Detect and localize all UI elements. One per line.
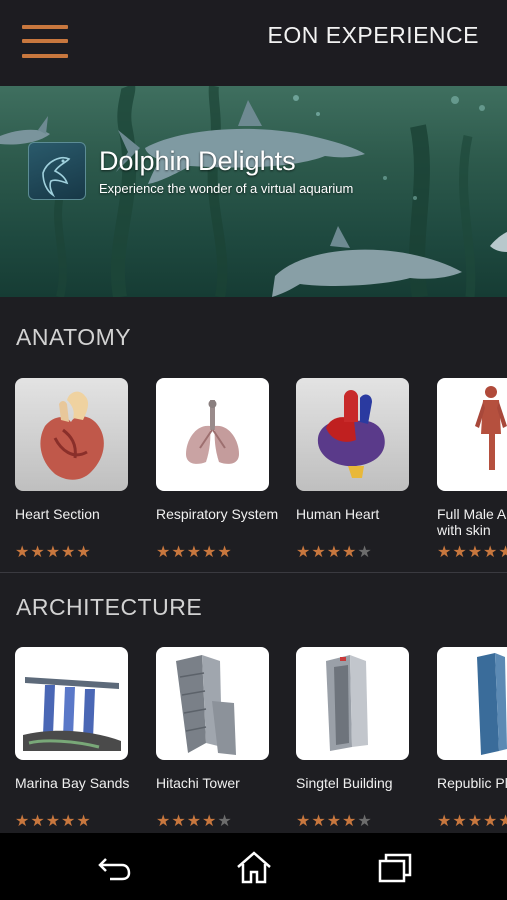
section-divider bbox=[0, 572, 507, 573]
human-heart-thumb bbox=[296, 378, 409, 491]
item-card-republic-plaza[interactable]: Republic Plaza ★★★★★ bbox=[437, 647, 507, 830]
architecture-row: Marina Bay Sands ★★★★★ Hitachi Tower ★★★… bbox=[0, 647, 507, 837]
item-label: Full Male Anatomy with skin bbox=[437, 506, 507, 538]
item-card-singtel-building[interactable]: Singtel Building ★★★★★ bbox=[296, 647, 421, 830]
app-bar: EON EXPERIENCE bbox=[0, 0, 507, 86]
rating-stars: ★★★★★ bbox=[156, 813, 233, 830]
item-label: Respiratory System bbox=[156, 506, 279, 522]
item-card-human-heart[interactable]: Human Heart ★★★★★ bbox=[296, 378, 421, 561]
anatomy-row: Heart Section ★★★★★ Respiratory System ★… bbox=[0, 378, 507, 568]
item-label: Heart Section bbox=[15, 506, 100, 522]
rating-stars: ★★★★★ bbox=[15, 813, 92, 830]
item-card-hitachi-tower[interactable]: Hitachi Tower ★★★★★ bbox=[156, 647, 281, 830]
banner-title: Dolphin Delights bbox=[99, 146, 296, 176]
republic-plaza-thumb bbox=[437, 647, 507, 760]
male-anatomy-thumb bbox=[437, 378, 507, 491]
item-card-respiratory-system[interactable]: Respiratory System ★★★★★ bbox=[156, 378, 281, 561]
item-card-marina-bay-sands[interactable]: Marina Bay Sands ★★★★★ bbox=[15, 647, 140, 830]
item-label: Marina Bay Sands bbox=[15, 775, 130, 791]
rating-stars: ★★★★★ bbox=[296, 813, 373, 830]
section-title-architecture: ARCHITECTURE bbox=[16, 594, 203, 620]
rating-stars: ★★★★★ bbox=[437, 544, 507, 561]
section-title-anatomy: ANATOMY bbox=[16, 324, 132, 350]
rating-stars: ★★★★★ bbox=[15, 544, 92, 561]
item-card-heart-section[interactable]: Heart Section ★★★★★ bbox=[15, 378, 140, 561]
featured-banner[interactable]: Dolphin Delights Experience the wonder o… bbox=[0, 86, 507, 297]
app-title: EON EXPERIENCE bbox=[267, 22, 479, 48]
singtel-building-thumb bbox=[296, 647, 409, 760]
item-label: Hitachi Tower bbox=[156, 775, 240, 791]
rating-stars: ★★★★★ bbox=[156, 544, 233, 561]
banner-subtitle: Experience the wonder of a virtual aquar… bbox=[99, 181, 354, 196]
item-label: Human Heart bbox=[296, 506, 380, 522]
item-card-full-male-anatomy[interactable]: Full Male Anatomy with skin ★★★★★ bbox=[437, 378, 507, 561]
recent-apps-icon[interactable] bbox=[374, 849, 414, 885]
hitachi-tower-thumb bbox=[156, 647, 269, 760]
system-nav-bar bbox=[0, 833, 507, 900]
home-icon[interactable] bbox=[234, 849, 274, 885]
back-icon[interactable] bbox=[94, 849, 134, 885]
rating-stars: ★★★★★ bbox=[437, 813, 507, 830]
dolphin-icon bbox=[28, 142, 86, 200]
heart-section-thumb bbox=[15, 378, 128, 491]
hamburger-menu-icon[interactable] bbox=[22, 25, 68, 59]
item-label: Singtel Building bbox=[296, 775, 393, 791]
lungs-thumb bbox=[156, 378, 269, 491]
marina-bay-sands-thumb bbox=[15, 647, 128, 760]
rating-stars: ★★★★★ bbox=[296, 544, 373, 561]
item-label: Republic Plaza bbox=[437, 775, 507, 791]
